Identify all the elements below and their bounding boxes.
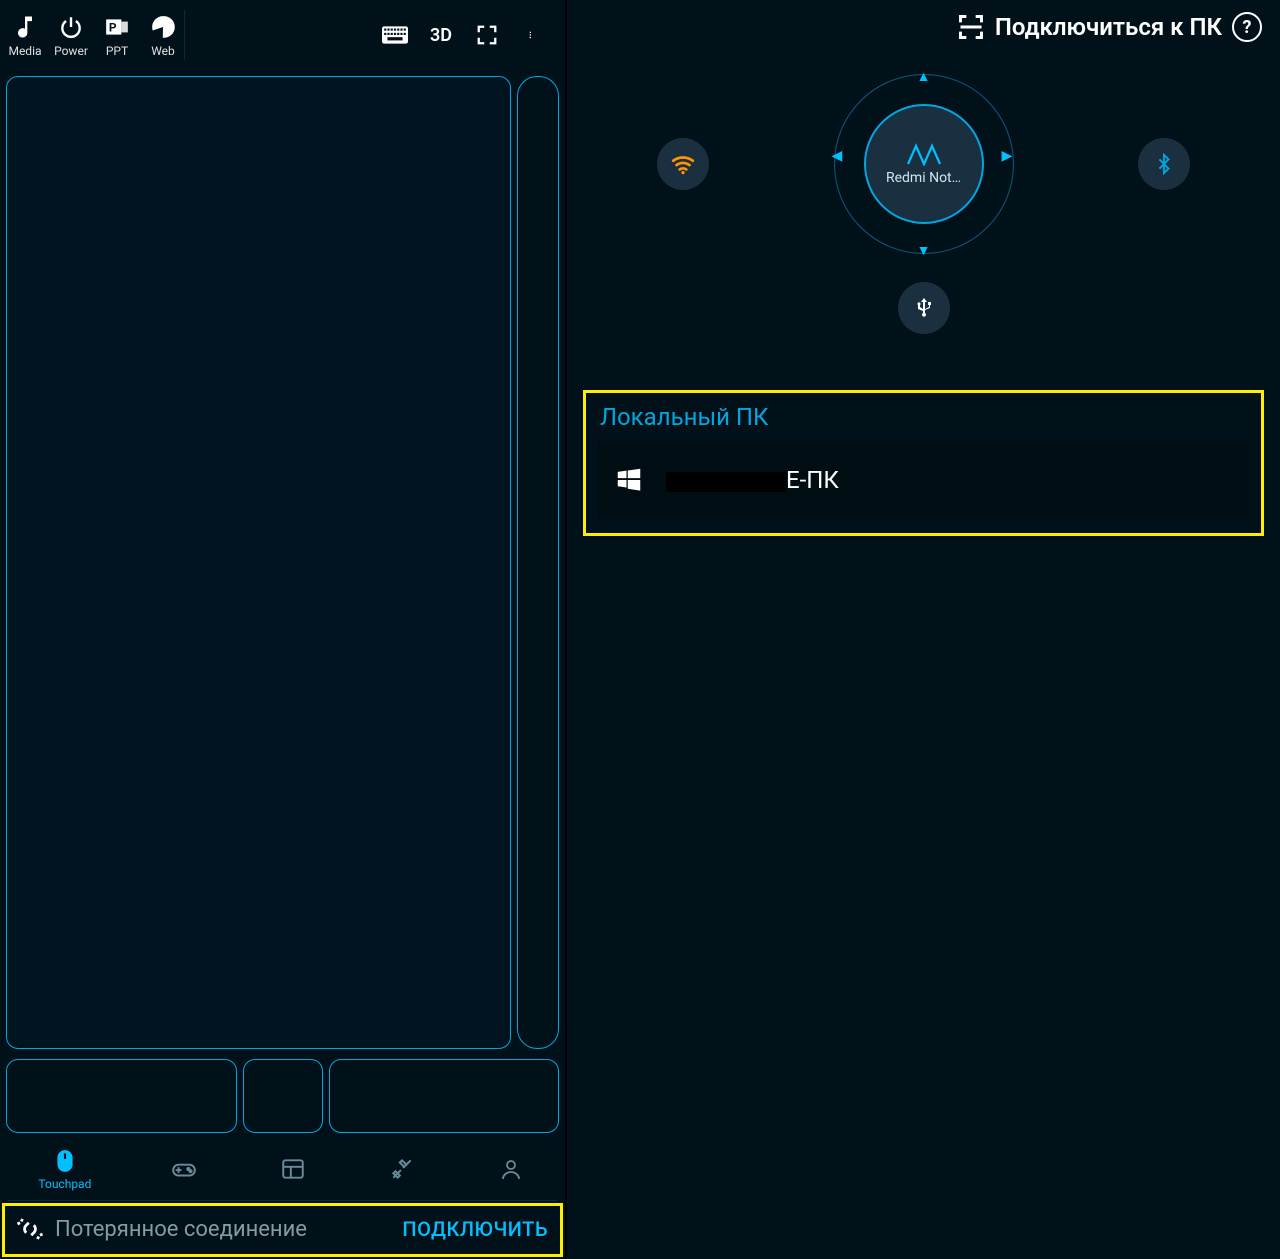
svg-text:P: P [109, 20, 117, 34]
person-icon [495, 1155, 527, 1183]
local-pc-section: Локальный ПК E-ПК [583, 390, 1264, 536]
mouse-icon [49, 1147, 81, 1175]
toolbar-label: Web [151, 44, 175, 58]
this-device[interactable]: Redmi Not… [864, 104, 984, 224]
toolbar-divider [184, 10, 185, 60]
toolbar-button-web[interactable]: Web [146, 12, 180, 58]
help-icon[interactable]: ? [1232, 12, 1262, 42]
toolbar-label: PPT [106, 44, 128, 58]
tools-icon [386, 1155, 418, 1183]
windows-icon [614, 465, 644, 495]
toolbar-button-power[interactable]: Power [54, 12, 88, 58]
music-icon [8, 12, 42, 42]
more-icon[interactable] [519, 23, 547, 47]
bottom-nav: Touchpad [0, 1141, 565, 1201]
connect-panel: Подключиться к ПК ? ▲ ▼ ◀ ▶ Redmi Not… [565, 0, 1280, 1259]
touchpad-panel: Media Power P PPT Web [0, 0, 565, 1259]
mouse-buttons-row [0, 1049, 565, 1141]
nav-gamepad[interactable] [168, 1155, 200, 1183]
broken-link-icon [15, 1214, 45, 1244]
powerpoint-icon: P [100, 12, 134, 42]
wifi-icon [670, 151, 696, 177]
touchpad-surface[interactable] [6, 76, 511, 1049]
gamepad-icon [168, 1155, 200, 1183]
mouse-middle-button[interactable] [243, 1059, 323, 1133]
scan-icon[interactable] [957, 13, 985, 41]
bluetooth-icon [1153, 151, 1175, 177]
browser-icon [146, 12, 180, 42]
mouse-right-button[interactable] [329, 1059, 560, 1133]
arrow-left-icon: ◀ [832, 148, 843, 164]
connection-status-bar: Потерянное соединение ПОДКЛЮЧИТЬ [2, 1203, 563, 1257]
arrow-right-icon: ▶ [1002, 148, 1013, 164]
toolbar-label: Power [54, 44, 88, 58]
power-icon [54, 12, 88, 42]
toolbar-button-ppt[interactable]: P PPT [100, 12, 134, 58]
fullscreen-icon[interactable] [473, 23, 501, 47]
keyboard-icon[interactable] [381, 23, 409, 47]
local-pc-item[interactable]: E-ПК [598, 443, 1249, 517]
toolbar-label: Media [8, 44, 41, 58]
3d-button[interactable]: 3D [427, 23, 455, 47]
wifi-button[interactable] [657, 138, 709, 190]
right-header: Подключиться к ПК ? [567, 0, 1280, 54]
nav-touchpad[interactable]: Touchpad [38, 1147, 91, 1191]
nav-layouts[interactable] [277, 1155, 309, 1183]
connect-button[interactable]: ПОДКЛЮЧИТЬ [402, 1217, 548, 1241]
arrow-down-icon: ▼ [917, 242, 931, 259]
nav-label: Touchpad [38, 1177, 91, 1191]
usb-icon [912, 296, 936, 320]
mouse-left-button[interactable] [6, 1059, 237, 1133]
scroll-strip[interactable] [517, 76, 559, 1049]
right-header-title: Подключиться к ПК [995, 13, 1222, 41]
device-name-label: Redmi Not… [886, 170, 961, 186]
bluetooth-button[interactable] [1138, 138, 1190, 190]
redacted-text [666, 472, 786, 492]
nav-profile[interactable] [495, 1155, 527, 1183]
status-text: Потерянное соединение [55, 1217, 392, 1242]
top-toolbar: Media Power P PPT Web [0, 0, 565, 72]
app-logo-icon [904, 142, 944, 166]
touchpad-area [0, 72, 565, 1049]
nav-tools[interactable] [386, 1155, 418, 1183]
device-radar: ▲ ▼ ◀ ▶ Redmi Not… [567, 64, 1280, 374]
arrow-up-icon: ▲ [917, 68, 931, 85]
local-pc-header: Локальный ПК [586, 393, 1261, 437]
toolbar-button-media[interactable]: Media [8, 12, 42, 58]
layout-icon [277, 1155, 309, 1183]
usb-button[interactable] [898, 282, 950, 334]
pc-name-label: E-ПК [666, 466, 839, 494]
